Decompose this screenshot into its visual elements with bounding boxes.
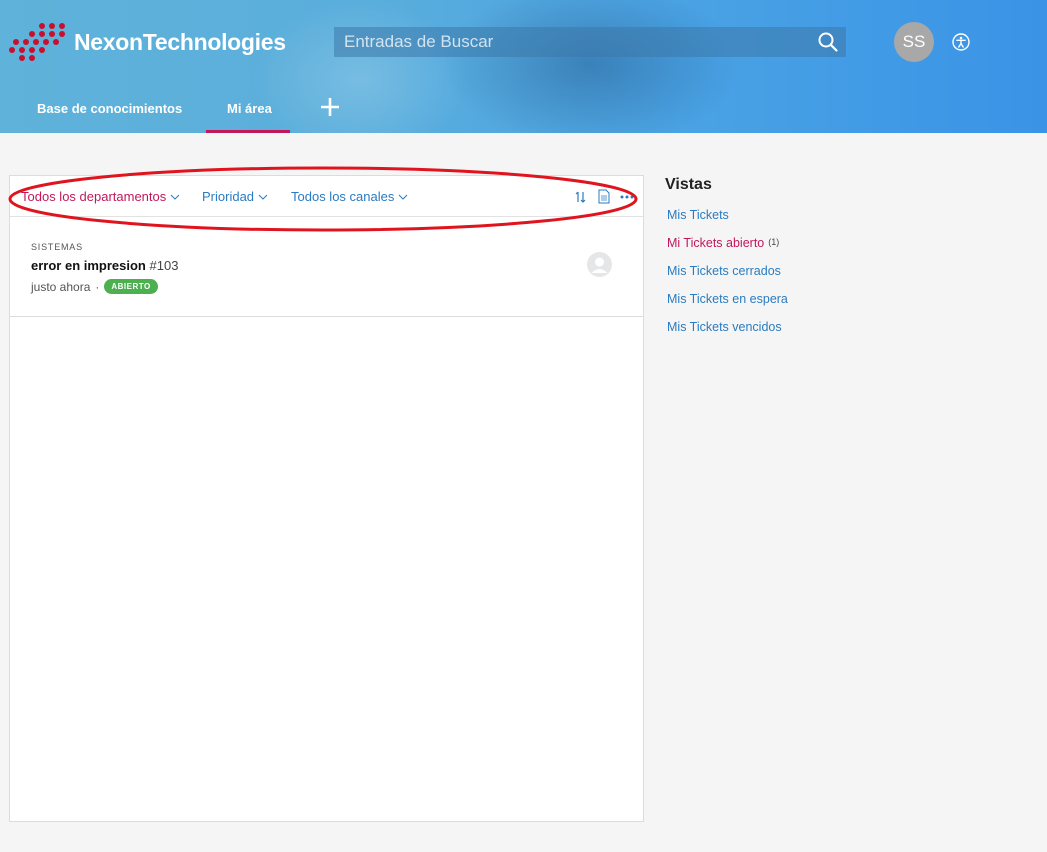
plus-icon[interactable]: [319, 96, 341, 118]
nexon-logo-icon[interactable]: [8, 22, 68, 62]
department-filter[interactable]: Todos los departamentos: [21, 189, 180, 204]
view-my-open-tickets-label: Mi Tickets abierto: [667, 236, 765, 250]
assignee-avatar-icon: [587, 252, 612, 277]
top-header: NexonTechnologies SS Base de conocimient…: [0, 0, 1047, 133]
tab-knowledge-base[interactable]: Base de conocimientos: [37, 101, 182, 116]
ticket-time: justo ahora: [31, 279, 91, 294]
ticket-meta: justo ahora · ABIERTO: [31, 279, 158, 294]
ticket-number: #103: [149, 258, 179, 273]
brand-name[interactable]: NexonTechnologies: [74, 29, 286, 56]
chevron-down-icon: [398, 194, 408, 200]
ticket-title-text: error en impresion: [31, 258, 146, 273]
chevron-down-icon: [258, 194, 268, 200]
channel-filter-label: Todos los canales: [291, 189, 395, 204]
priority-filter[interactable]: Prioridad: [202, 189, 268, 204]
chevron-down-icon: [170, 194, 180, 200]
ticket-title[interactable]: error en impresion #103: [31, 258, 178, 273]
search-box: [334, 27, 846, 57]
sort-icon[interactable]: [574, 190, 588, 204]
department-filter-label: Todos los departamentos: [21, 189, 167, 204]
header-background-light: [250, 0, 470, 133]
priority-filter-label: Prioridad: [202, 189, 255, 204]
channel-filter[interactable]: Todos los canales: [291, 189, 408, 204]
status-badge: ABIERTO: [104, 279, 158, 294]
filter-bar: Todos los departamentos Prioridad Todos …: [10, 176, 643, 217]
view-my-tickets[interactable]: Mis Tickets: [667, 208, 729, 222]
ticket-department: SISTEMAS: [31, 242, 83, 252]
meta-separator: ·: [95, 279, 100, 294]
view-my-waiting-tickets[interactable]: Mis Tickets en espera: [667, 292, 788, 306]
ticket-list-panel: Todos los departamentos Prioridad Todos …: [8, 166, 644, 822]
search-icon[interactable]: [818, 32, 838, 52]
view-my-overdue-tickets[interactable]: Mis Tickets vencidos: [667, 320, 782, 334]
active-tab-indicator: [206, 130, 290, 133]
export-document-icon[interactable]: [598, 189, 610, 204]
header-background-shadow: [440, 0, 740, 133]
user-avatar[interactable]: SS: [894, 22, 934, 62]
more-options-icon[interactable]: [620, 195, 634, 199]
view-my-closed-tickets[interactable]: Mis Tickets cerrados: [667, 264, 781, 278]
search-input[interactable]: [334, 27, 804, 57]
ticket-row[interactable]: SISTEMAS error en impresion #103 justo a…: [10, 217, 643, 317]
view-count: (1): [768, 237, 780, 247]
views-title: Vistas: [665, 176, 712, 193]
accessibility-icon[interactable]: [952, 33, 970, 51]
tab-my-area[interactable]: Mi área: [227, 101, 272, 116]
view-my-open-tickets[interactable]: Mi Tickets abierto (1): [667, 236, 779, 250]
